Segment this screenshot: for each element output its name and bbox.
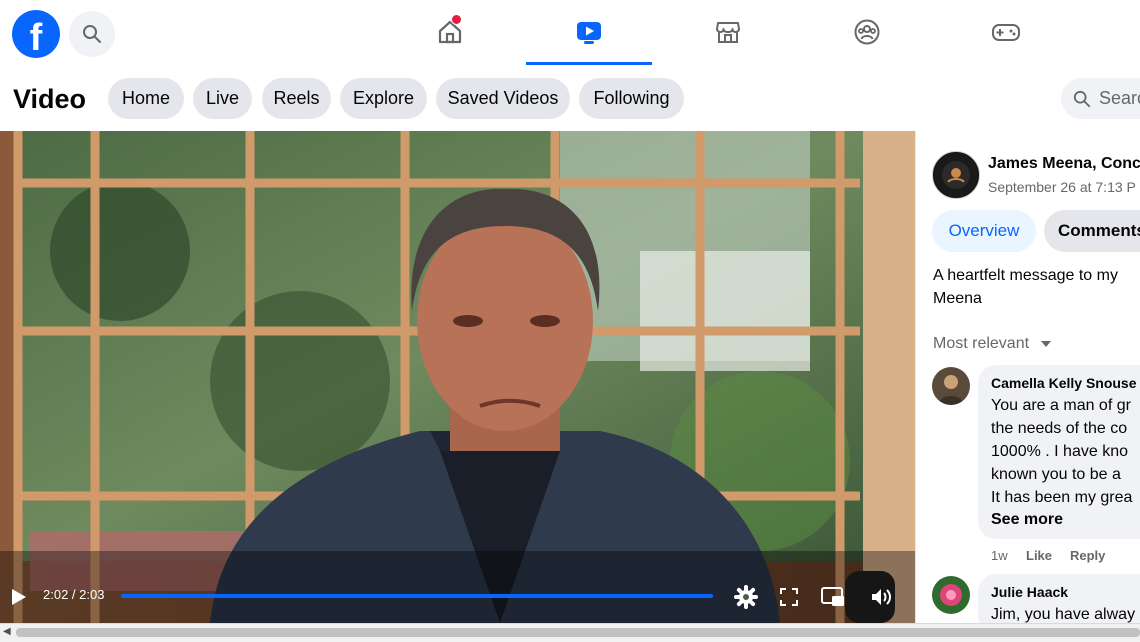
avatar-image (932, 367, 970, 405)
gaming-icon (992, 24, 1020, 41)
video-search-input[interactable]: Searc (1061, 78, 1140, 119)
fullscreen-icon[interactable] (780, 588, 798, 606)
scroll-left-arrow-icon[interactable]: ◀ (3, 626, 11, 637)
tab-comments[interactable]: Comments (1044, 210, 1140, 252)
comment-time[interactable]: 1w (991, 548, 1008, 563)
reply-button[interactable]: Reply (1070, 548, 1105, 563)
pill-saved-videos[interactable]: Saved Videos (436, 78, 570, 119)
tab-overview[interactable]: Overview (932, 210, 1036, 252)
notification-dot (451, 14, 462, 25)
pill-home[interactable]: Home (108, 78, 184, 119)
comment-text-line: known you to be a (991, 466, 1121, 483)
description-line: Meena (933, 290, 982, 307)
video-player[interactable] (0, 131, 915, 623)
marketplace-icon (716, 22, 740, 43)
pill-explore[interactable]: Explore (340, 78, 427, 119)
search-icon (1073, 90, 1091, 108)
comment-text-line: 1000% . I have kno (991, 443, 1128, 460)
commenter-avatar[interactable] (932, 576, 970, 614)
facebook-logo[interactable]: f (12, 10, 60, 58)
video-icon (577, 22, 601, 44)
sort-dropdown[interactable]: Most relevant (933, 335, 1052, 353)
sort-label: Most relevant (933, 335, 1030, 352)
nav-tab-groups[interactable] (804, 0, 930, 64)
volume-icon[interactable] (870, 587, 892, 607)
groups-icon (854, 19, 880, 45)
avatar-image (932, 576, 970, 614)
page-title: Video (13, 84, 87, 114)
top-nav-bar: f (0, 0, 1140, 67)
progress-bar[interactable] (121, 594, 713, 598)
post-date[interactable]: September 26 at 7:13 P (988, 179, 1136, 195)
commenter-name[interactable]: Camella Kelly Snouse (991, 375, 1137, 391)
search-button[interactable] (69, 11, 115, 57)
search-icon (83, 25, 101, 43)
scrollbar-thumb[interactable] (16, 628, 1140, 637)
video-frame (0, 131, 915, 623)
chevron-down-icon (1040, 340, 1051, 347)
nav-tab-marketplace[interactable] (665, 0, 791, 64)
nav-tab-gaming[interactable] (943, 0, 1069, 64)
commenter-name[interactable]: Julie Haack (991, 584, 1068, 600)
pill-following[interactable]: Following (579, 78, 684, 119)
search-placeholder: Searc (1099, 88, 1140, 108)
mini-player-icon[interactable] (821, 587, 845, 607)
logo-letter: f (29, 17, 43, 58)
play-icon[interactable] (11, 588, 27, 606)
comment-text-line: the needs of the co (991, 420, 1128, 437)
like-button[interactable]: Like (1026, 548, 1052, 563)
post-description: A heartfelt message to my Meena (933, 264, 1140, 310)
nav-tab-home[interactable] (387, 0, 513, 64)
nav-tab-video[interactable] (526, 0, 652, 65)
pill-reels[interactable]: Reels (262, 78, 331, 119)
author-avatar[interactable] (932, 151, 980, 199)
description-line: A heartfelt message to my (933, 267, 1118, 284)
pill-live[interactable]: Live (193, 78, 252, 119)
time-display: 2:02 / 2:03 (43, 587, 105, 602)
author-name[interactable]: James Meena, Conc (988, 155, 1140, 173)
commenter-avatar[interactable] (932, 367, 970, 405)
avatar-image (934, 153, 978, 197)
see-more-link[interactable]: See more (991, 511, 1063, 529)
comment-text-line: It has been my grea (991, 489, 1133, 506)
settings-gear-icon[interactable] (734, 585, 758, 609)
comment-text-line: You are a man of gr (991, 397, 1131, 414)
